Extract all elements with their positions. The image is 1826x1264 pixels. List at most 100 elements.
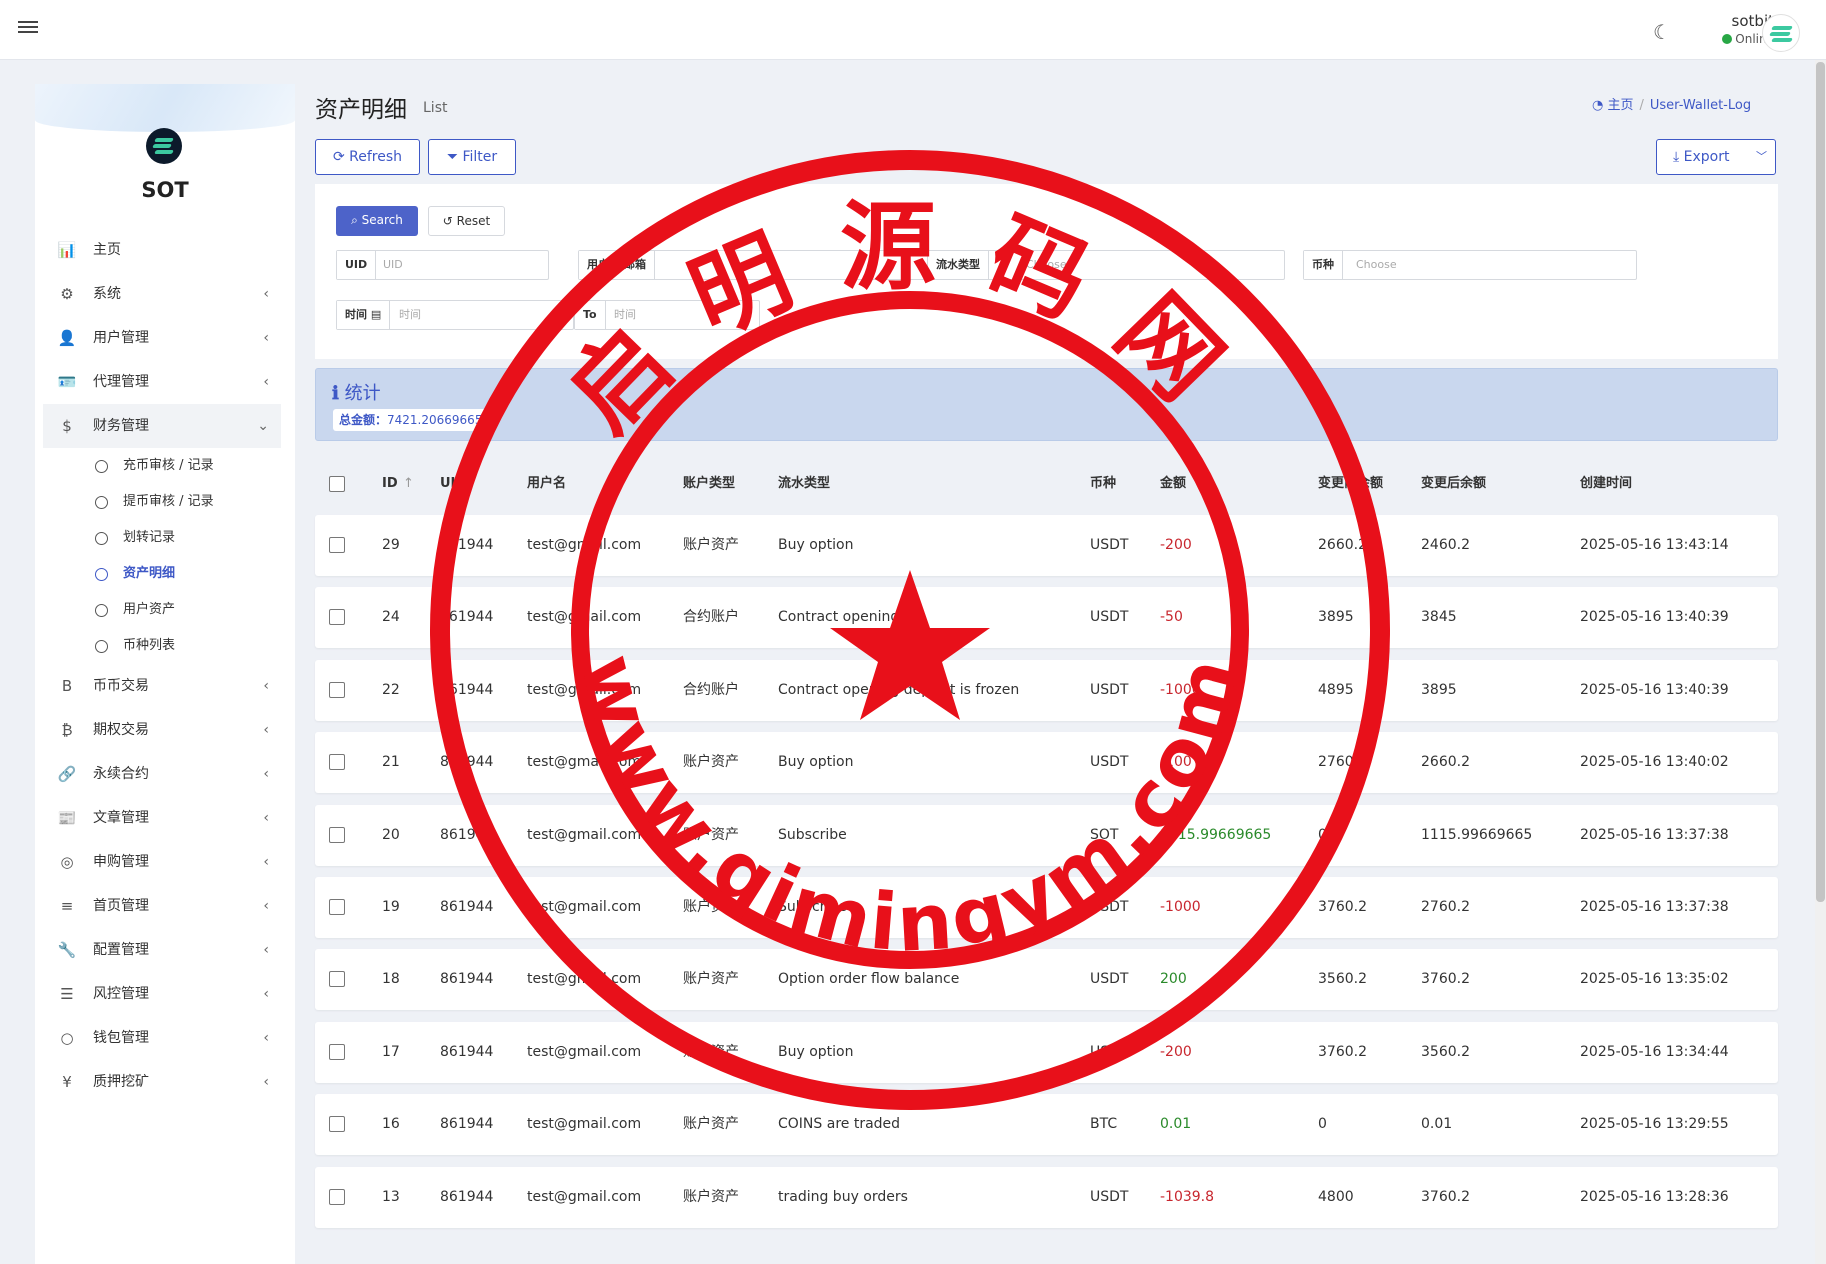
- chevron-down-icon: ⌄: [257, 418, 269, 434]
- row-checkbox[interactable]: [329, 537, 345, 553]
- gear-icon: ⚙: [60, 285, 74, 303]
- row-checkbox[interactable]: [329, 1188, 345, 1205]
- menu-toggle-icon[interactable]: [18, 18, 38, 38]
- row-checkbox[interactable]: [329, 609, 345, 626]
- column-header[interactable]: 变更后余额: [1421, 466, 1486, 502]
- circle-icon: [95, 460, 108, 473]
- uid-field[interactable]: UID UID: [336, 250, 549, 280]
- sidebar-subitem[interactable]: 划转记录: [43, 520, 281, 556]
- wrench-icon: 🔧: [57, 941, 77, 959]
- cell-amount: -100: [1160, 754, 1192, 771]
- cell-time: 2025-05-16 13:40:02: [1580, 754, 1729, 771]
- cell-time: 2025-05-16 13:35:02: [1580, 971, 1729, 988]
- sidebar-subitem[interactable]: 提币审核 / 记录: [43, 484, 281, 520]
- cell-amount: 1115.99669665: [1160, 826, 1272, 843]
- export-button[interactable]: ⤓ Export ﹀: [1656, 139, 1776, 175]
- sidebar-item[interactable]: 🪪 代理管理 ‹: [43, 360, 281, 404]
- table-row[interactable]: 17 861944 test@gmail.com 账户资产 Buy option USDT…: [315, 1021, 1778, 1083]
- sidebar-item-label: 钱包管理: [93, 1030, 149, 1046]
- refresh-button[interactable]: ⟳ Refresh: [315, 139, 420, 175]
- sidebar-item-label: 风控管理: [93, 986, 149, 1002]
- table-row[interactable]: 16 861944 test@gmail.com 账户资产 COINS are trad…: [315, 1094, 1778, 1156]
- column-header[interactable]: UID: [440, 466, 466, 502]
- sidebar-item[interactable]: ¥ 质押挖矿 ‹: [43, 1060, 281, 1104]
- coin-select[interactable]: 币种 Choose: [1303, 250, 1637, 280]
- scrollbar[interactable]: [1815, 60, 1826, 1264]
- sidebar-item-label: 币币交易: [93, 678, 149, 694]
- row-checkbox[interactable]: [329, 826, 345, 843]
- sidebar-item[interactable]: 👤 用户管理 ‹: [43, 316, 281, 360]
- sidebar-item[interactable]: 🔗 永续合约 ‹: [43, 752, 281, 796]
- cell-before: 4800: [1318, 1188, 1354, 1205]
- breadcrumb-current[interactable]: User-Wallet-Log: [1650, 98, 1751, 113]
- chevron-left-icon: ‹: [263, 678, 269, 694]
- sidebar-item[interactable]: ○ 钱包管理 ‹: [43, 1016, 281, 1060]
- row-checkbox[interactable]: [329, 971, 345, 988]
- row-checkbox[interactable]: [329, 1116, 345, 1133]
- avatar[interactable]: [1762, 14, 1800, 52]
- sidebar-item[interactable]: ⚙ 系统 ‹: [43, 272, 281, 316]
- filter-panel: ⌕ Search ↺ Reset UID UID 用户名/邮箱 流水类型 Cho…: [315, 184, 1778, 359]
- cell-coin: USDT: [1090, 609, 1129, 626]
- row-checkbox[interactable]: [329, 681, 345, 698]
- calendar-icon: ▤: [370, 308, 382, 321]
- search-button[interactable]: ⌕ Search: [336, 206, 418, 236]
- sidebar-subitem[interactable]: 币种列表: [43, 628, 281, 664]
- table-row[interactable]: 29 861944 test@gmail.com 账户资产 Buy option USDT…: [315, 515, 1778, 576]
- sidebar-item-label: 代理管理: [93, 374, 149, 390]
- flow-type-select[interactable]: 流水类型 Choose: [927, 250, 1285, 280]
- sidebar-item[interactable]: 📰 文章管理 ‹: [43, 796, 281, 840]
- sidebar-item[interactable]: ≡ 首页管理 ‹: [43, 884, 281, 928]
- cell-time: 2025-05-16 13:29:55: [1580, 1116, 1729, 1133]
- table-row[interactable]: 24 861944 test@gmail.com 合约账户 Contract openi…: [315, 587, 1778, 649]
- sidebar-item[interactable]: 🔧 配置管理 ‹: [43, 928, 281, 972]
- chevron-left-icon: ‹: [263, 898, 269, 914]
- row-checkbox[interactable]: [329, 754, 345, 771]
- column-header[interactable]: 金额: [1160, 466, 1186, 502]
- sidebar-subitem[interactable]: 用户资产: [43, 592, 281, 628]
- table-row[interactable]: 21 861944 test@gmail.com 账户资产 Buy option USDT…: [315, 732, 1778, 794]
- cell-flow: Buy option: [778, 537, 854, 553]
- sidebar-item[interactable]: ₿ 期权交易 ‹: [43, 708, 281, 752]
- row-checkbox[interactable]: [329, 899, 345, 915]
- sidebar-item[interactable]: $ 财务管理 ⌄: [43, 404, 281, 448]
- sidebar-subitem-label: 提币审核 / 记录: [123, 494, 214, 509]
- cell-user: test@gmail.com: [527, 609, 642, 626]
- cell-after: 2760.2: [1421, 899, 1470, 915]
- table-row[interactable]: 13 861944 test@gmail.com 账户资产 trading buy or…: [315, 1166, 1778, 1228]
- column-header[interactable]: 流水类型: [778, 466, 830, 502]
- column-header[interactable]: 变更前余额: [1318, 466, 1383, 502]
- moon-icon[interactable]: ☾: [1653, 20, 1671, 44]
- select-all-checkbox[interactable]: [329, 476, 345, 492]
- sidebar-item[interactable]: ☰ 风控管理 ‹: [43, 972, 281, 1016]
- column-header[interactable]: 创建时间: [1580, 466, 1632, 502]
- sidebar-item[interactable]: B 币币交易 ‹: [43, 664, 281, 708]
- column-header[interactable]: 用户名: [527, 466, 566, 502]
- user-email-field[interactable]: 用户名/邮箱: [578, 250, 964, 280]
- column-header[interactable]: ID: [382, 466, 398, 502]
- scrollbar-thumb[interactable]: [1816, 62, 1825, 902]
- sort-arrow-icon[interactable]: ↑: [403, 466, 414, 502]
- cell-uid: 861944: [440, 971, 494, 988]
- table-row[interactable]: 19 861944 test@gmail.com 账户资产 Subscribe USDT -…: [315, 877, 1778, 938]
- sidebar-item[interactable]: 📊 主页: [43, 228, 281, 272]
- time-end-field[interactable]: To 时间: [574, 300, 760, 330]
- column-header[interactable]: 账户类型: [683, 466, 735, 502]
- cell-after: 3895: [1421, 681, 1457, 698]
- breadcrumb-home[interactable]: 主页: [1607, 98, 1633, 113]
- time-start-field[interactable]: 时间 ▤ 时间: [336, 300, 574, 330]
- table-row[interactable]: 20 861944 test@gmail.com 账户资产 Subscribe SOT 11…: [315, 804, 1778, 866]
- cell-account: 账户资产: [683, 754, 739, 771]
- reset-button[interactable]: ↺ Reset: [428, 206, 505, 236]
- cell-uid: 861944: [440, 1043, 494, 1060]
- table-row[interactable]: 18 861944 test@gmail.com 账户资产 Option order f…: [315, 949, 1778, 1011]
- row-checkbox[interactable]: [329, 1043, 345, 1060]
- sidebar-subitem[interactable]: 充币审核 / 记录: [43, 448, 281, 484]
- sidebar-subitem[interactable]: 资产明细: [43, 556, 281, 592]
- sidebar-item[interactable]: ◎ 申购管理 ‹: [43, 840, 281, 884]
- column-header[interactable]: 币种: [1090, 466, 1116, 502]
- filter-button[interactable]: ⏷ Filter: [428, 139, 516, 175]
- chevron-left-icon: ‹: [263, 1074, 269, 1090]
- table-row[interactable]: 22 861944 test@gmail.com 合约账户 Contract openi…: [315, 659, 1778, 721]
- chevron-left-icon: ‹: [263, 942, 269, 958]
